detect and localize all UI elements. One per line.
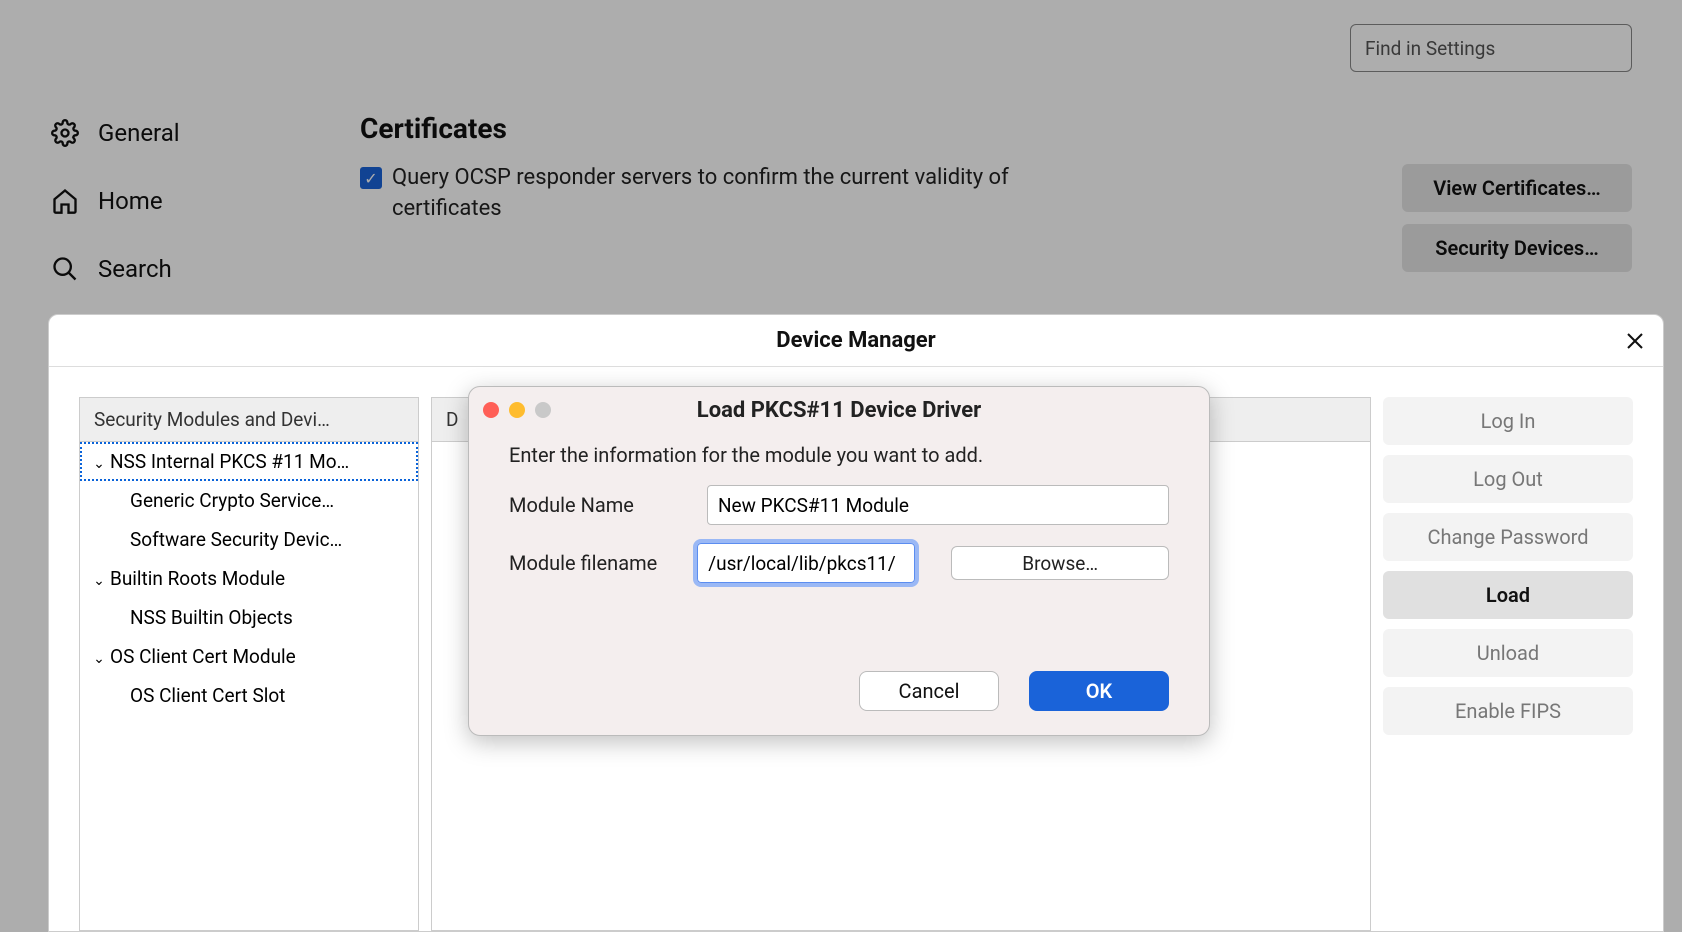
window-minimize-icon[interactable] [509, 402, 525, 418]
pkcs-instruction: Enter the information for the module you… [509, 443, 1169, 467]
security-modules-tree: Security Modules and Devi… ⌄NSS Internal… [79, 397, 419, 931]
module-name-input[interactable] [707, 485, 1169, 525]
tree-leaf[interactable]: Generic Crypto Service… [80, 481, 418, 520]
window-controls [483, 402, 551, 418]
pkcs-title: Load PKCS#11 Device Driver [697, 398, 981, 423]
device-manager-title: Device Manager [776, 328, 935, 353]
device-actions: Log In Log Out Change Password Load Unlo… [1383, 397, 1633, 931]
login-button[interactable]: Log In [1383, 397, 1633, 445]
tree-item-label: Builtin Roots Module [110, 567, 285, 590]
tree-leaf[interactable]: OS Client Cert Slot [80, 676, 418, 715]
module-filename-label: Module filename [509, 551, 679, 575]
enable-fips-button[interactable]: Enable FIPS [1383, 687, 1633, 735]
chevron-down-icon[interactable]: ⌄ [92, 573, 106, 589]
window-zoom-icon [535, 402, 551, 418]
logout-button[interactable]: Log Out [1383, 455, 1633, 503]
device-manager-titlebar: Device Manager [49, 315, 1663, 367]
unload-button[interactable]: Unload [1383, 629, 1633, 677]
tree-item-label: OS Client Cert Slot [130, 684, 285, 707]
pkcs-titlebar: Load PKCS#11 Device Driver [469, 387, 1209, 433]
module-filename-input[interactable] [697, 543, 915, 583]
ok-button[interactable]: OK [1029, 671, 1169, 711]
tree-item-label: Generic Crypto Service… [130, 489, 334, 512]
chevron-down-icon[interactable]: ⌄ [92, 456, 106, 472]
browse-button[interactable]: Browse… [951, 546, 1169, 580]
load-button[interactable]: Load [1383, 571, 1633, 619]
tree-leaf[interactable]: Software Security Devic… [80, 520, 418, 559]
tree-item-label: Software Security Devic… [130, 528, 342, 551]
change-password-button[interactable]: Change Password [1383, 513, 1633, 561]
tree-item-label: NSS Builtin Objects [130, 606, 293, 629]
chevron-down-icon[interactable]: ⌄ [92, 651, 106, 667]
tree-branch[interactable]: ⌄NSS Internal PKCS #11 Mo… [80, 442, 418, 481]
load-pkcs11-dialog: Load PKCS#11 Device Driver Enter the inf… [468, 386, 1210, 736]
tree-item-label: OS Client Cert Module [110, 645, 296, 668]
window-close-icon[interactable] [483, 402, 499, 418]
tree-item-label: NSS Internal PKCS #11 Mo… [110, 450, 349, 473]
tree-leaf[interactable]: NSS Builtin Objects [80, 598, 418, 637]
cancel-button[interactable]: Cancel [859, 671, 999, 711]
module-name-label: Module Name [509, 493, 689, 517]
tree-branch[interactable]: ⌄Builtin Roots Module [80, 559, 418, 598]
tree-branch[interactable]: ⌄OS Client Cert Module [80, 637, 418, 676]
tree-header: Security Modules and Devi… [80, 398, 418, 442]
close-icon[interactable] [1625, 331, 1645, 351]
